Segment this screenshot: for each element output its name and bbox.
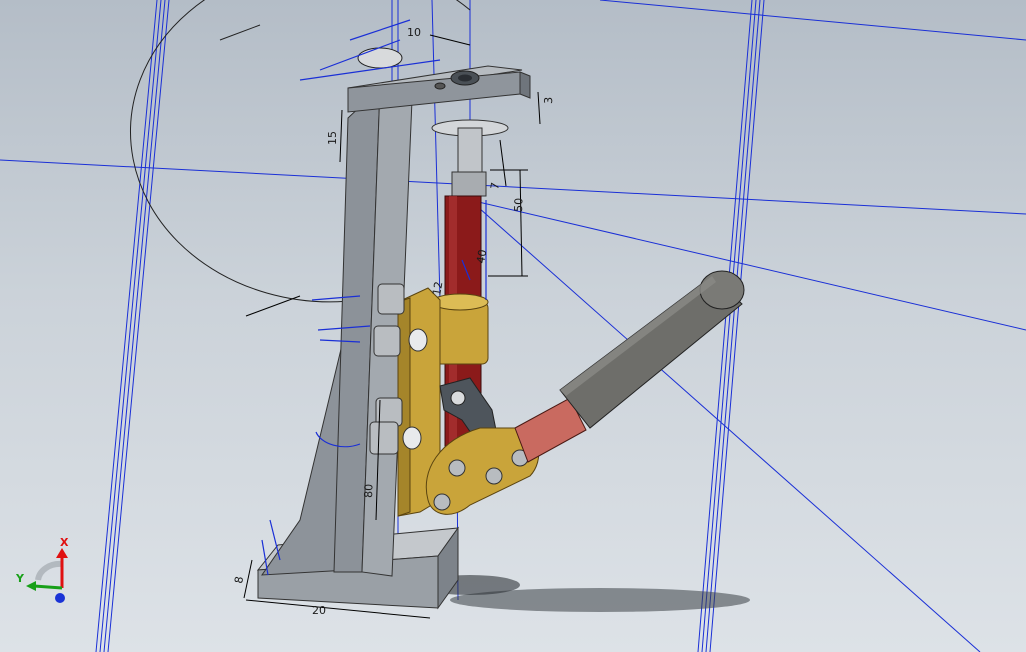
- construction-line-diagonal-1: [469, 199, 1026, 331]
- bolt-2: [373, 325, 401, 357]
- dim-leader-diameter: [245, 295, 301, 317]
- handle-grip-end: [699, 270, 745, 310]
- bushing-nut: [451, 171, 487, 197]
- construction-line-right-4: [709, 0, 765, 652]
- top-plate-side: [519, 71, 531, 99]
- toggle-pivot-2: [485, 467, 503, 485]
- dim-label-20[interactable]: 20: [312, 604, 326, 617]
- dim-label-12[interactable]: 12: [430, 280, 445, 296]
- construction-line-center-3: [431, 0, 441, 301]
- toggle-pivot-4: [433, 493, 451, 511]
- dim-label-80[interactable]: 80: [362, 484, 375, 498]
- dim-label-8[interactable]: 8: [232, 575, 246, 584]
- cad-scene[interactable]: 10 3 15 7 50 40 12 80 8 20 X Y: [0, 0, 1026, 652]
- clamp-handle[interactable]: [514, 270, 745, 463]
- construction-line-left-1: [95, 0, 158, 652]
- triad-backdrop: [35, 560, 63, 581]
- triad-label-x: X: [60, 536, 69, 549]
- triad-label-y: Y: [15, 572, 25, 585]
- dim-leader-10: [429, 34, 471, 46]
- triad-axis-y: [33, 584, 63, 590]
- sketch-arc: [130, 0, 471, 303]
- toggle-pivot-1: [448, 459, 466, 477]
- dim-line-7: [499, 139, 507, 187]
- bolt-head-1: [408, 328, 428, 352]
- dim-label-40[interactable]: 40: [474, 248, 489, 264]
- triad-axis-y-arrow: [26, 581, 36, 591]
- construction-line-top-right: [599, 0, 1026, 41]
- construction-lines: [0, 0, 1026, 652]
- top-plate-fixture: [357, 47, 403, 69]
- arc-radius-leader: [219, 24, 261, 41]
- dim-label-3[interactable]: 3: [542, 97, 555, 104]
- construction-line-left-4: [107, 0, 170, 652]
- dim-line-3: [537, 91, 541, 125]
- dim-label-7[interactable]: 7: [488, 181, 502, 190]
- top-plate-hole-inner: [458, 74, 472, 82]
- dim-line-15: [339, 109, 343, 163]
- dim-label-10[interactable]: 10: [407, 26, 421, 39]
- bolt-4: [369, 421, 399, 455]
- dim-label-50[interactable]: 50: [512, 198, 525, 212]
- dim-line-50: [519, 169, 523, 277]
- triad-axis-z: [55, 593, 65, 603]
- graphics-viewport[interactable]: 10 3 15 7 50 40 12 80 8 20 X Y: [0, 0, 1026, 652]
- triad-axis-x-arrow: [56, 548, 68, 558]
- dim-label-15[interactable]: 15: [326, 131, 339, 145]
- bolt-1: [377, 283, 405, 315]
- clamp-link-pivot: [450, 390, 466, 406]
- top-plate-bolt: [434, 82, 446, 90]
- construction-line-left-2: [99, 0, 162, 652]
- bolt-head-2: [402, 426, 422, 450]
- top-plate[interactable]: [347, 47, 531, 113]
- reference-triad[interactable]: X Y: [15, 536, 69, 603]
